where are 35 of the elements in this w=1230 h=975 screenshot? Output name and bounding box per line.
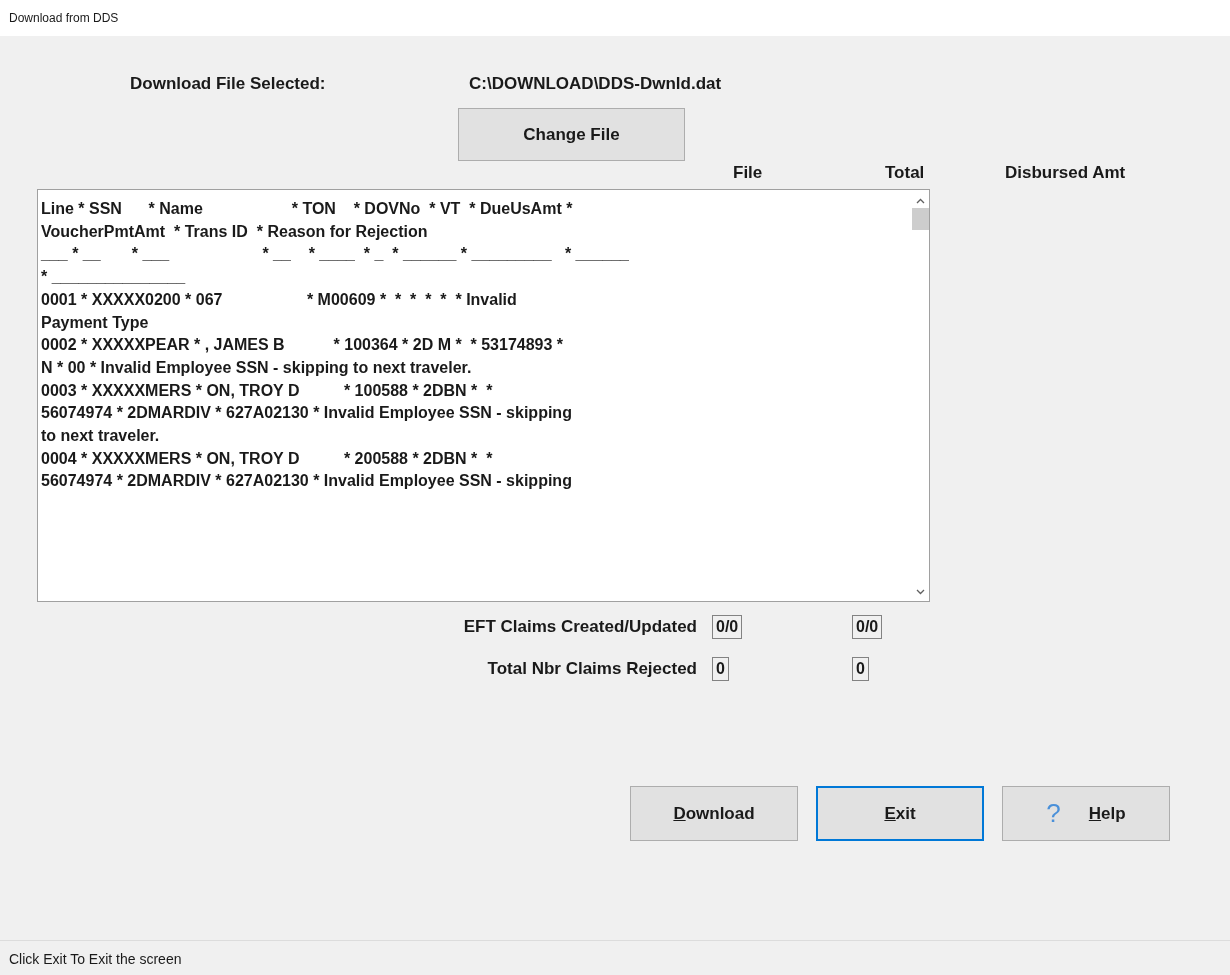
file-label: Download File Selected: (130, 74, 327, 94)
log-line: 0003 * XXXXXMERS * ON, TROY D * 100588 * 2DBN * * (41, 380, 493, 401)
column-header: File (733, 163, 764, 184)
total-count: 0 (852, 657, 869, 681)
dialog-button[interactable]: Download (630, 786, 798, 841)
window-title: Download from DDS (9, 11, 119, 25)
file-count: 0/0 (712, 615, 743, 639)
dialog-button[interactable]: Exit (816, 786, 984, 841)
help-button[interactable]: ? Help (1002, 786, 1170, 841)
column-header: Total (885, 163, 926, 184)
log-line: 56074974 * 2DMARDIV * 627A02130 * Invalid Employee SSN - skipping (41, 471, 572, 492)
log-line: N * 00 * Invalid Employee SSN - skipping to next traveler. (41, 357, 472, 378)
status-text: Click Exit To Exit the screen (9, 950, 182, 967)
log-line: Line * SSN * Name * TON * DOVNo * VT * DueUsAmt * (41, 199, 573, 219)
log-line: Payment Type (41, 312, 149, 333)
scroll-up-icon[interactable] (916, 198, 925, 204)
log-line: to next traveler. (41, 426, 160, 447)
file-path: C:\DOWNLOAD\DDS-Dwnld.dat (469, 74, 722, 94)
log-line: 0002 * XXXXXPEAR * , JAMES B * 100364 * 2D M * * 53174893 * (41, 335, 564, 356)
change-file-button[interactable]: Change File (458, 108, 685, 161)
file-count: 0 (712, 657, 729, 681)
count-label: Total Nbr Claims Rejected (486, 659, 697, 679)
scroll-thumb[interactable] (912, 208, 929, 230)
log-list[interactable] (37, 189, 930, 602)
log-line: 56074974 * 2DMARDIV * 627A02130 * Invalid Employee SSN - skipping (41, 403, 572, 424)
help-icon: ? (1046, 798, 1061, 829)
log-line: * _______________ (41, 267, 186, 288)
log-line: 0004 * XXXXXMERS * ON, TROY D * 200588 * 2DBN * * (41, 448, 493, 469)
log-line: VoucherPmtAmt * Trans ID * Reason for Rejection (41, 221, 428, 242)
total-count: 0/0 (852, 615, 883, 639)
column-header: Disbursed Amt (1005, 163, 1126, 184)
scroll-down-icon[interactable] (916, 589, 925, 595)
count-label: EFT Claims Created/Updated (462, 617, 697, 637)
log-line: 0001 * XXXXX0200 * 067 * M00609 * * * * * * Invalid (41, 289, 517, 310)
log-line: ___ * __ * ___ * __ * ____ * _ * ______ * _________ * ______ (41, 244, 629, 265)
